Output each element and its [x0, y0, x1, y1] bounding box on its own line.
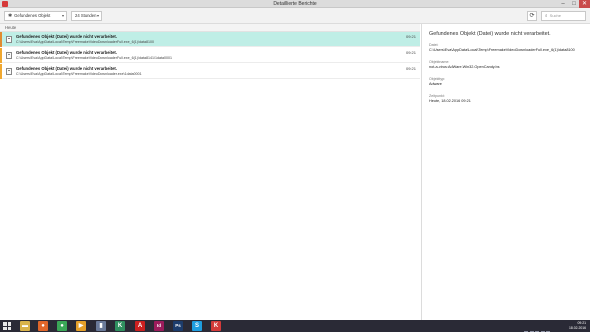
report-path: C:\Users\Eva\AppData\Local\Temp\Freemake…: [16, 56, 172, 60]
maximize-button[interactable]: □: [569, 0, 579, 8]
report-row[interactable]: Gefundenes Objekt (Datei) wurde nicht ve…: [0, 32, 420, 47]
start-button[interactable]: [2, 321, 12, 331]
object-name-value: not-a-virus:AdWare.Win32.OpenCandy.bs: [429, 65, 500, 69]
time-range-dropdown[interactable]: 24 Stunden ▾: [71, 11, 102, 21]
pin-icon: ✱: [8, 13, 13, 19]
media-player-icon[interactable]: ▶: [76, 321, 86, 331]
window-title: Detaillierte Berichte: [273, 1, 317, 7]
search-icon: ⌕: [545, 13, 548, 18]
timestamp-value: Heute, 18.02.2016 09:21: [429, 99, 471, 103]
file-icon: [6, 36, 12, 43]
report-title: Gefundenes Objekt (Datei) wurde nicht ve…: [16, 66, 117, 71]
severity-indicator: [0, 32, 2, 47]
clock-date: 18.02.2016: [569, 326, 586, 330]
photoshop-icon[interactable]: Ps: [173, 321, 183, 331]
object-filter-value: Gefundenes Objekt: [14, 13, 51, 18]
system-tray[interactable]: [524, 323, 552, 332]
file-explorer-icon[interactable]: ▬: [20, 321, 30, 331]
report-detail-pane: Gefundenes Objekt (Datei) wurde nicht ve…: [421, 24, 590, 320]
refresh-button[interactable]: ⟳: [527, 11, 537, 21]
severity-indicator: [0, 64, 2, 79]
file-value: C:\Users\Eva\AppData\Local\Temp\Freemake…: [429, 48, 575, 52]
object-name-label: Objektname:: [429, 60, 450, 64]
report-row[interactable]: Gefundenes Objekt (Datei) wurde nicht ve…: [0, 64, 420, 79]
acrobat-icon[interactable]: A: [135, 321, 145, 331]
report-time: 09:21: [405, 34, 416, 39]
report-path: C:\Users\Eva\AppData\Local\Temp\Freemake…: [16, 72, 142, 76]
time-range-value: 24 Stunden: [75, 13, 97, 18]
skype-icon[interactable]: S: [192, 321, 202, 331]
chevron-down-icon: ▾: [61, 13, 64, 18]
report-time: 09:21: [405, 50, 416, 55]
firefox-icon[interactable]: ●: [38, 321, 48, 331]
severity-indicator: [0, 48, 2, 63]
file-icon: [6, 68, 12, 75]
detail-title: Gefundenes Objekt (Datei) wurde nicht ve…: [429, 31, 551, 37]
group-header-today: Heute: [0, 24, 420, 32]
kaspersky-icon[interactable]: K: [211, 321, 221, 331]
report-list-pane: Heute Gefundenes Objekt (Datei) wurde ni…: [0, 24, 420, 320]
title-bar: Detaillierte Berichte – □ ✕: [0, 0, 590, 8]
chrome-icon[interactable]: ●: [57, 321, 67, 331]
search-input[interactable]: ⌕ Suche: [541, 11, 586, 21]
indesign-icon[interactable]: Id: [154, 321, 164, 331]
search-placeholder: Suche: [549, 13, 561, 18]
windows-logo-icon: [3, 322, 7, 326]
chevron-down-icon: ▾: [96, 13, 99, 18]
file-label: Datei:: [429, 43, 439, 47]
object-filter-dropdown[interactable]: ✱ Gefundenes Objekt ▾: [4, 11, 67, 21]
report-row[interactable]: Gefundenes Objekt (Datei) wurde nicht ve…: [0, 48, 420, 63]
report-title: Gefundenes Objekt (Datei) wurde nicht ve…: [16, 50, 117, 55]
close-button[interactable]: ✕: [579, 0, 590, 8]
security-app-icon[interactable]: K: [115, 321, 125, 331]
toolbar: ✱ Gefundenes Objekt ▾ 24 Stunden ▾ ⟳ ⌕ S…: [0, 8, 590, 24]
minimize-button[interactable]: –: [558, 0, 568, 8]
report-path: C:\Users\Eva\AppData\Local\Temp\Freemake…: [16, 40, 154, 44]
document-icon[interactable]: ▮: [96, 321, 106, 331]
object-type-value: Adware: [429, 82, 442, 86]
taskbar: ▬ ● ● ▶ ▮ K A Id Ps S K 09:21 18.02.2016: [0, 320, 590, 332]
object-type-label: Objekttyp:: [429, 77, 446, 81]
clock[interactable]: 09:21 18.02.2016: [569, 321, 586, 331]
report-time: 09:21: [405, 66, 416, 71]
refresh-icon: ⟳: [529, 13, 535, 19]
timestamp-label: Zeitpunkt:: [429, 94, 445, 98]
file-icon: [6, 52, 12, 59]
report-title: Gefundenes Objekt (Datei) wurde nicht ve…: [16, 34, 117, 39]
